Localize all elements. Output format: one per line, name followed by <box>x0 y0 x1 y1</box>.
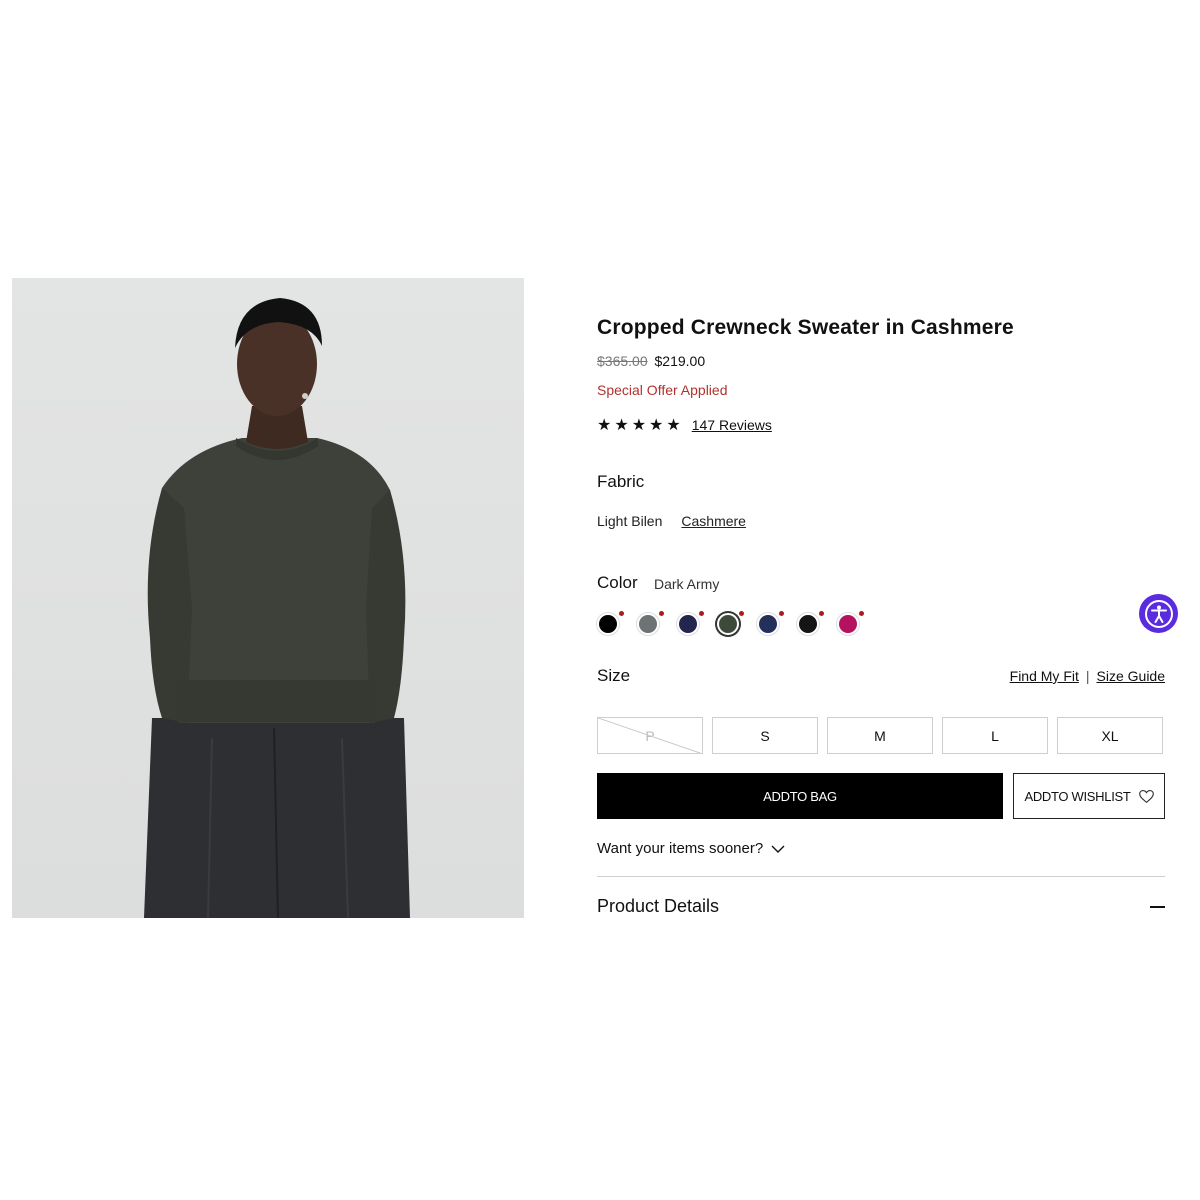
color-label: Color <box>597 573 638 592</box>
color-swatch[interactable] <box>837 611 864 635</box>
size-button-l[interactable]: L <box>942 717 1048 754</box>
sale-price: $219.00 <box>654 353 706 369</box>
swatch-circle <box>637 613 659 635</box>
selected-color-name: Dark Army <box>654 576 720 592</box>
color-swatch[interactable] <box>717 611 744 635</box>
swatch-indicator-dot <box>659 611 664 616</box>
add-to-bag-button[interactable]: ADDTO BAG <box>597 773 1003 819</box>
color-swatches <box>597 611 864 635</box>
swatch-circle <box>797 613 819 635</box>
size-links-separator: | <box>1085 668 1090 684</box>
fabric-options: Light Bilen Cashmere <box>597 513 746 529</box>
swatch-circle <box>717 613 739 635</box>
swatch-circle <box>757 613 779 635</box>
swatch-indicator-dot <box>739 611 744 616</box>
size-options: P S M L XL <box>597 717 1163 754</box>
size-links: Find My Fit | Size Guide <box>1010 668 1165 684</box>
swatch-indicator-dot <box>779 611 784 616</box>
special-offer-text: Special Offer Applied <box>597 382 728 398</box>
heart-icon <box>1138 789 1154 803</box>
swatch-indicator-dot <box>619 611 624 616</box>
product-details-title: Product Details <box>597 896 720 916</box>
color-swatch[interactable] <box>597 611 624 635</box>
reviews-link[interactable]: 147 Reviews <box>692 417 772 433</box>
price-row: $365.00 $219.00 <box>597 353 705 369</box>
fabric-option-light-bilen[interactable]: Light Bilen <box>597 513 662 529</box>
accessibility-icon <box>1144 599 1173 628</box>
minus-icon <box>1150 905 1165 908</box>
accessibility-button[interactable] <box>1139 594 1178 633</box>
product-image[interactable] <box>12 278 524 918</box>
color-swatch[interactable] <box>637 611 664 635</box>
swatch-circle <box>597 613 619 635</box>
swatch-indicator-dot <box>859 611 864 616</box>
size-button-s[interactable]: S <box>712 717 818 754</box>
rating-row: ★★★★★ 147 Reviews <box>597 415 772 435</box>
fabric-label: Fabric <box>597 472 645 491</box>
find-my-fit-link[interactable]: Find My Fit <box>1010 668 1079 684</box>
fabric-option-cashmere[interactable]: Cashmere <box>681 513 746 529</box>
swatch-circle <box>677 613 699 635</box>
add-to-wishlist-label: ADDTO WISHLIST <box>1024 788 1131 804</box>
size-button-p[interactable]: P <box>597 717 703 754</box>
sooner-text: Want your items sooner? <box>597 840 764 857</box>
size-button-m[interactable]: M <box>827 717 933 754</box>
color-swatch[interactable] <box>757 611 784 635</box>
star-rating-icons: ★★★★★ <box>597 417 684 434</box>
add-to-bag-label: ADDTO BAG <box>763 788 837 804</box>
size-button-xl[interactable]: XL <box>1057 717 1163 754</box>
add-to-wishlist-button[interactable]: ADDTO WISHLIST <box>1013 773 1165 819</box>
swatch-circle <box>837 613 859 635</box>
size-guide-link[interactable]: Size Guide <box>1097 668 1165 684</box>
original-price: $365.00 <box>597 353 648 369</box>
product-title: Cropped Crewneck Sweater in Cashmere <box>597 316 1014 339</box>
color-swatch[interactable] <box>677 611 704 635</box>
model-illustration <box>144 298 410 918</box>
chevron-down-icon <box>771 845 785 853</box>
swatch-indicator-dot <box>699 611 704 616</box>
divider <box>597 876 1165 877</box>
product-details-accordion[interactable]: Product Details <box>597 896 1165 917</box>
size-label: Size <box>597 666 631 685</box>
swatch-indicator-dot <box>819 611 824 616</box>
shipping-options-toggle[interactable]: Want your items sooner? <box>597 840 785 857</box>
color-swatch[interactable] <box>797 611 824 635</box>
